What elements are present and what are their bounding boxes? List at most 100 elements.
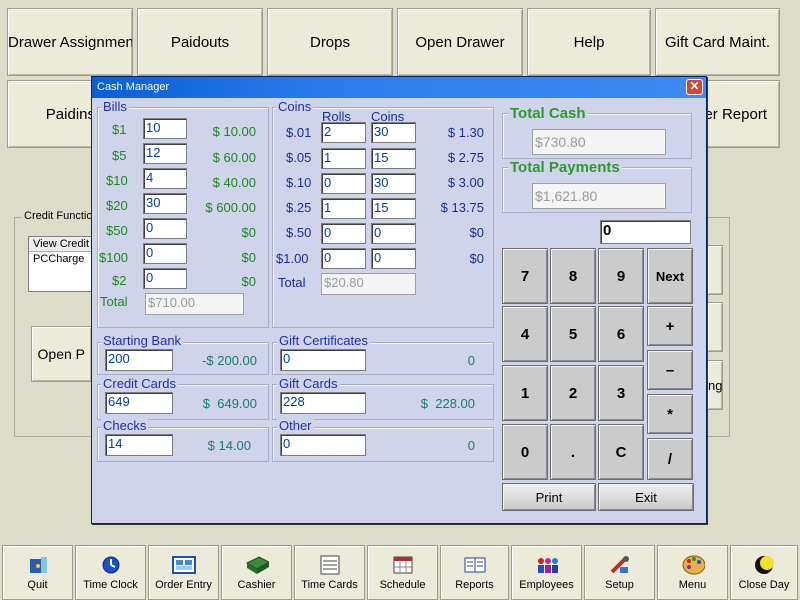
setup-label: Setup: [605, 579, 634, 591]
bill-denom: $2: [112, 273, 127, 288]
close-day-button[interactable]: Close Day: [730, 545, 798, 600]
coin-amount: $ 2.75: [447, 150, 484, 165]
coin-count-input[interactable]: 0: [371, 248, 416, 269]
coin-amount: $0: [469, 225, 484, 240]
bill-count-input[interactable]: 0: [143, 218, 187, 239]
coin-denom: $.01: [286, 125, 312, 140]
bill-count-input[interactable]: 12: [143, 143, 187, 164]
bill-count-input[interactable]: 4: [143, 168, 187, 189]
gift-card-maint-button[interactable]: Gift Card Maint.: [655, 8, 780, 76]
starting-bank-input[interactable]: 200: [105, 349, 173, 371]
gift-certificates-input[interactable]: 0: [280, 349, 366, 371]
key-plus[interactable]: +: [647, 306, 693, 346]
quit-button[interactable]: Quit: [2, 545, 73, 600]
credit-functions-label: Credit Function: [22, 210, 101, 222]
key-minus[interactable]: –: [647, 350, 693, 390]
bill-amount: $ 60.00: [212, 150, 256, 165]
coin-rolls-input[interactable]: 2: [321, 122, 366, 143]
coin-count-input[interactable]: 30: [371, 173, 416, 194]
right-side-button-3[interactable]: ng: [707, 360, 723, 410]
right-side-button-2[interactable]: [707, 302, 723, 352]
key-3[interactable]: 3: [598, 365, 644, 421]
list-header: View Credit S: [29, 237, 99, 252]
key-1[interactable]: 1: [502, 365, 548, 421]
key-0[interactable]: 0: [502, 424, 548, 480]
bill-amount: $ 10.00: [212, 124, 256, 139]
credit-cards-input[interactable]: 649: [105, 392, 173, 414]
print-button[interactable]: Print: [502, 483, 596, 511]
keypad-display[interactable]: 0: [600, 220, 691, 244]
setup-icon: [608, 555, 632, 575]
bill-count-input[interactable]: 0: [143, 243, 187, 264]
schedule-label: Schedule: [379, 579, 426, 591]
bill-count-input[interactable]: 30: [143, 193, 187, 214]
bill-amount: $0: [241, 274, 256, 289]
other-input[interactable]: 0: [280, 434, 366, 456]
employees-label: Employees: [519, 579, 574, 591]
bill-count-input[interactable]: 10: [143, 118, 187, 139]
checks-input[interactable]: 14: [105, 434, 173, 456]
close-icon[interactable]: ✕: [686, 79, 703, 95]
time-clock-label: Time Clock: [83, 579, 138, 591]
total-cash-label: Total Cash: [508, 105, 588, 122]
reports-button[interactable]: Reports: [440, 545, 509, 600]
list-item[interactable]: PCCharge: [29, 252, 91, 266]
time-cards-button[interactable]: Time Cards: [294, 545, 365, 600]
key-decimal[interactable]: .: [550, 424, 596, 480]
coin-rolls-input[interactable]: 0: [321, 173, 366, 194]
key-8[interactable]: 8: [550, 248, 596, 304]
bills-label: Bills: [101, 99, 129, 114]
coin-count-input[interactable]: 15: [371, 148, 416, 169]
key-clear[interactable]: C: [598, 424, 644, 480]
bills-total-field: $710.00: [145, 293, 244, 315]
gift-certificates-amount: 0: [467, 353, 475, 368]
open-button[interactable]: Open P: [31, 326, 92, 382]
right-side-button-1[interactable]: [707, 245, 723, 295]
coin-count-input[interactable]: 0: [371, 223, 416, 244]
key-2[interactable]: 2: [550, 365, 596, 421]
coin-rolls-input[interactable]: 1: [321, 198, 366, 219]
bill-count-input[interactable]: 0: [143, 268, 187, 289]
coin-rolls-input[interactable]: 0: [321, 248, 366, 269]
cashier-icon: [245, 555, 269, 575]
key-4[interactable]: 4: [502, 306, 548, 362]
schedule-button[interactable]: Schedule: [367, 545, 438, 600]
gift-cards-input[interactable]: 228: [280, 392, 366, 414]
key-multiply[interactable]: *: [647, 394, 693, 434]
bill-denom: $5: [112, 148, 127, 163]
bill-amount: $ 40.00: [212, 175, 256, 190]
cashier-button[interactable]: Cashier: [221, 545, 292, 600]
employees-button[interactable]: Employees: [511, 545, 582, 600]
menu-button[interactable]: Menu: [657, 545, 728, 600]
bill-amount: $ 600.00: [205, 200, 256, 215]
key-6[interactable]: 6: [598, 306, 644, 362]
bill-denom: $50: [106, 223, 128, 238]
paidouts-button[interactable]: Paidouts: [137, 8, 263, 76]
coins-total-label: Total: [278, 275, 306, 290]
coin-rolls-input[interactable]: 0: [321, 223, 366, 244]
total-cash-field: $730.80: [532, 129, 666, 155]
coin-rolls-input[interactable]: 1: [321, 148, 366, 169]
open-drawer-button[interactable]: Open Drawer: [397, 8, 523, 76]
help-button[interactable]: Help: [527, 8, 651, 76]
key-9[interactable]: 9: [598, 248, 644, 304]
setup-button[interactable]: Setup: [584, 545, 655, 600]
coin-count-input[interactable]: 30: [371, 122, 416, 143]
key-5[interactable]: 5: [550, 306, 596, 362]
total-payments-label: Total Payments: [508, 159, 622, 176]
exit-button[interactable]: Exit: [598, 483, 694, 511]
reports-label: Reports: [455, 579, 494, 591]
coin-count-input[interactable]: 15: [371, 198, 416, 219]
drops-button[interactable]: Drops: [267, 8, 393, 76]
time-clock-icon: [99, 555, 123, 575]
order-entry-icon: [171, 555, 196, 575]
credit-service-list[interactable]: View Credit S PCCharge: [28, 236, 99, 292]
drawer-assignment-button[interactable]: Drawer Assignment: [7, 8, 133, 76]
next-button[interactable]: Next: [647, 248, 693, 304]
key-7[interactable]: 7: [502, 248, 548, 304]
bill-denom: $10: [106, 173, 128, 188]
time-clock-button[interactable]: Time Clock: [75, 545, 146, 600]
gift-certificates-label: Gift Certificates: [277, 333, 370, 348]
key-divide[interactable]: /: [647, 438, 693, 480]
order-entry-button[interactable]: Order Entry: [148, 545, 219, 600]
